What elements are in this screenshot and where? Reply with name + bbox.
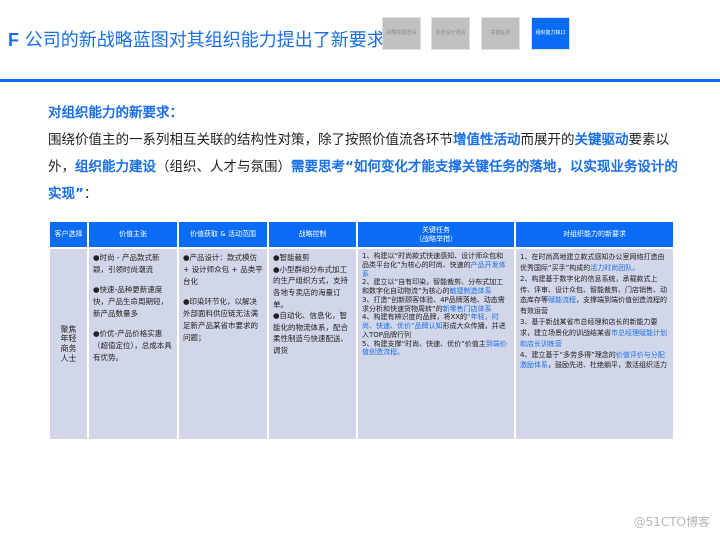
title-prefix: F bbox=[8, 30, 19, 50]
table-row: 聚焦年轻商务人士 ●时尚 - 产品款式新颖，引领时尚潮流 ●快速-品种更新速度快… bbox=[48, 247, 675, 441]
strategy-table: 客户选择 价值主张 价值获取 & 活动范围 战略控制 关键任务 （战略举措） 对… bbox=[48, 220, 675, 441]
list-item: ●小型群组分布式加工的生产组织方式，支持各地专卖店的海量订单。 bbox=[273, 264, 348, 309]
list-item: 4、建立基于“多劳多得”理念的价值评价与分配激励体系，鼓励先进、杜绝躺平，激活组… bbox=[520, 350, 669, 372]
list-item: 4、构建有辨识度的品牌，将XX的“年轻，时尚、快速、优价”品牌认知形成大众传播，… bbox=[362, 313, 510, 339]
nav-tab-key-tasks[interactable]: 关键任务 bbox=[481, 17, 520, 50]
highlight-text: 赋能流程 bbox=[548, 296, 576, 305]
list-item: 3、打造“创新顾客体验、4P品牌落地、动态需求分析和快速货物周转”的新零售门店体… bbox=[362, 296, 510, 314]
intro-paragraph: 围绕价值主的一系列相互关联的结构性对策，除了按照价值流各环节增值性活动而展开的关… bbox=[48, 127, 678, 208]
nav-tab-business-design[interactable]: 业务设计澄清 bbox=[431, 17, 470, 50]
col-header-org-requirements: 对组织能力的新要求 bbox=[514, 220, 675, 249]
list-item: ●快速-品种更新速度快，产品生命周期短，新产品数量多 bbox=[93, 285, 168, 318]
table-header-row: 客户选择 价值主张 价值获取 & 活动范围 战略控制 关键任务 （战略举措） 对… bbox=[48, 220, 675, 249]
list-item: 3、基于新战某省市总经理和店长的新能力要求，建立场景化的训战结某省市总经理赋能计… bbox=[520, 317, 669, 350]
value-prop-cell: ●时尚 - 产品款式新颖，引领时尚潮流 ●快速-品种更新速度快，产品生命周期短，… bbox=[87, 247, 179, 441]
highlight-text: 增值性活动 bbox=[453, 132, 521, 148]
list-item: ●产品设计：款式模仿 + 设计师众包 + 品类平台化 bbox=[183, 253, 263, 286]
list-item: ●智能裁剪 bbox=[273, 253, 310, 262]
text-segment: 围绕价值主的一系列相互关联的结构性对策，除了按照价值流各环节 bbox=[48, 132, 453, 148]
highlight-text: 新零售门店体系 bbox=[442, 304, 492, 313]
strategic-control-cell: ●智能裁剪 ●小型群组分布式加工的生产组织方式，支持各地专卖店的海量订单。 ●自… bbox=[267, 247, 358, 441]
text-segment: （组织、人才与氛围） bbox=[156, 159, 291, 175]
highlight-text: 关键驱动 bbox=[574, 132, 629, 148]
customer-segment-cell: 聚焦年轻商务人士 bbox=[48, 247, 89, 441]
watermark: @51CTO博客 bbox=[633, 515, 710, 529]
text-segment: 4、建立基于“多劳多得”理念的 bbox=[520, 350, 616, 359]
list-item: 2、建立以“自有印染，智能裁剪、分布式加工和数字化自动物流”为核心的敏捷制造体系 bbox=[362, 278, 510, 296]
value-capture-cell: ●产品设计：款式模仿 + 设计师众包 + 品类平台化 ●印染环节化，以解决外部面… bbox=[177, 247, 269, 441]
list-item: 5、构建支撑“时尚、快速、优价”价值主到端价值创造流程。 bbox=[362, 340, 510, 358]
intro-section: 对组织能力的新要求： 围绕价值主的一系列相互关联的结构性对策，除了按照价值流各环… bbox=[48, 100, 678, 208]
text-segment: 而展开的 bbox=[520, 132, 575, 148]
highlight-text: 敏捷制造体系 bbox=[449, 287, 492, 295]
col-header-strategic-control: 战略控制 bbox=[267, 220, 358, 249]
list-item: ●自动化、信息化，智能化的物流体系，配合柔性制造与快速配送、调货 bbox=[273, 311, 348, 355]
text-segment: 4、构建有辨识度的品牌，将XX的 bbox=[362, 313, 468, 322]
list-item: 1、构建以“时尚款式快速感知、设计师众包和品类平台化”为核心的时尚、快速的产品开… bbox=[362, 252, 510, 278]
col-header-key-tasks: 关键任务 （战略举措） bbox=[356, 220, 516, 249]
text-segment: ，鼓励先进、杜绝躺平，激活组织活力 bbox=[548, 361, 667, 370]
list-item: 2、构建基于数字化的信息系统，承载款式上传、评审、设计众包、智能裁剪、门店销售、… bbox=[520, 274, 669, 317]
list-item: 1、在时尚高地建立款式感知办公室网络打造由优秀国际“买手”构成的活力时尚团队。 bbox=[520, 252, 669, 274]
list-item: ●时尚 - 产品款式新颖，引领时尚潮流 bbox=[93, 253, 160, 274]
intro-heading: 对组织能力的新要求： bbox=[48, 105, 183, 121]
text-segment: ： bbox=[83, 186, 98, 202]
header-divider bbox=[0, 79, 720, 82]
page-title: F 公司的新战略蓝图对其组织能力提出了新要求 bbox=[8, 26, 385, 52]
list-item: ●印染环节化，以解决外部面料供应链无法满足新产品某省市要求的问题； bbox=[183, 297, 258, 342]
org-requirements-cell: 1、在时尚高地建立款式感知办公室网络打造由优秀国际“买手”构成的活力时尚团队。 2… bbox=[514, 247, 675, 441]
list-item: ●价优-产品价格实惠（超值定位），总成本具有优势。 bbox=[93, 329, 172, 362]
title-text: 公司的新战略蓝图对其组织能力提出了新要求 bbox=[24, 30, 385, 51]
col-header-value-capture: 价值获取 & 活动范围 bbox=[177, 220, 269, 249]
highlight-text: 活力时尚团队。 bbox=[590, 263, 640, 272]
col-header-customer: 客户选择 bbox=[48, 220, 89, 249]
highlight-text: 组织能力建设 bbox=[75, 159, 156, 175]
nav-tab-org-capability-gap[interactable]: 组织能力缺口 bbox=[531, 17, 570, 50]
text-segment: 5、构建支撑“时尚、快速、优价”价值主 bbox=[362, 339, 486, 348]
col-header-value-prop: 价值主张 bbox=[87, 220, 179, 249]
nav-tab-strategic-intent[interactable]: 战略意图澄清 bbox=[382, 17, 421, 50]
key-tasks-cell: 1、构建以“时尚款式快速感知、设计师众包和品类平台化”为核心的时尚、快速的产品开… bbox=[356, 247, 516, 441]
